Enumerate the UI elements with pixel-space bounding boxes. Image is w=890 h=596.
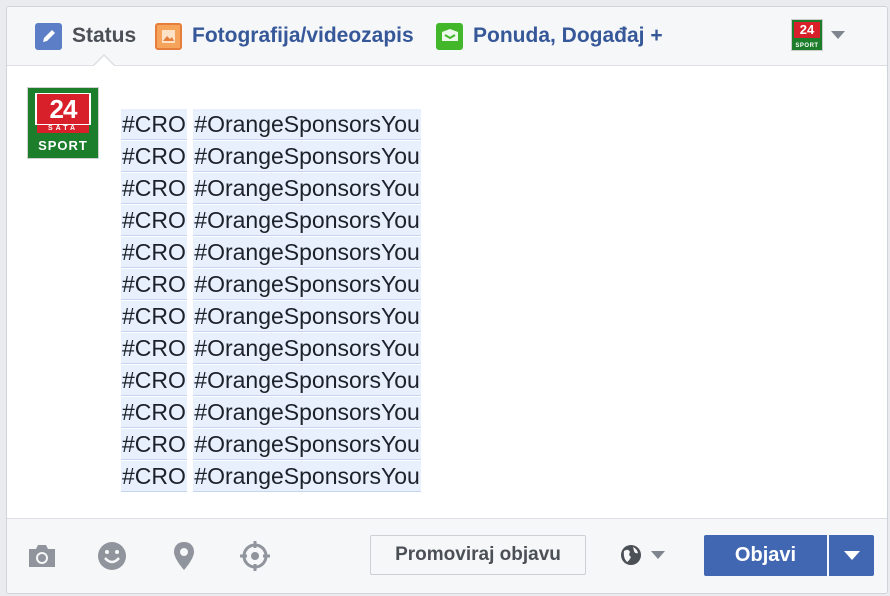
offer-icon: [436, 22, 463, 50]
post-line: #CRO #OrangeSponsorsYou: [121, 365, 421, 397]
hashtag[interactable]: #CRO: [121, 173, 187, 204]
hashtag[interactable]: #OrangeSponsorsYou: [193, 333, 421, 364]
post-line: #CRO #OrangeSponsorsYou: [121, 301, 421, 333]
hashtag[interactable]: #CRO: [121, 397, 187, 428]
photo-icon: [155, 22, 182, 50]
hashtag[interactable]: #CRO: [121, 205, 187, 236]
location-pin-icon[interactable]: [167, 539, 201, 573]
hashtag[interactable]: #CRO: [121, 269, 187, 300]
post-line: #CRO #OrangeSponsorsYou: [121, 461, 421, 493]
hashtag[interactable]: #OrangeSponsorsYou: [193, 461, 421, 492]
tab-photo-video[interactable]: Fotografija/videozapis: [155, 21, 414, 51]
hashtag[interactable]: #OrangeSponsorsYou: [193, 365, 421, 396]
avatar-sport: SPORT: [38, 138, 88, 153]
hashtag[interactable]: #OrangeSponsorsYou: [193, 141, 421, 172]
tab-photo-label: Fotografija/videozapis: [192, 24, 414, 47]
chevron-down-icon: [831, 31, 845, 39]
hashtag[interactable]: #OrangeSponsorsYou: [193, 301, 421, 332]
targeting-crosshair-icon[interactable]: [238, 539, 272, 573]
publish-button[interactable]: Objavi: [704, 535, 827, 576]
promote-post-button[interactable]: Promoviraj objavu: [370, 535, 586, 575]
audience-selector[interactable]: [619, 543, 665, 567]
hashtag[interactable]: #CRO: [121, 429, 187, 460]
post-line: #CRO #OrangeSponsorsYou: [121, 173, 421, 205]
post-line: #CRO #OrangeSponsorsYou: [121, 237, 421, 269]
post-line: #CRO #OrangeSponsorsYou: [121, 109, 421, 141]
camera-icon[interactable]: [25, 539, 59, 573]
hashtag[interactable]: #CRO: [121, 461, 187, 492]
page-logo-icon: 24 SPORT: [791, 19, 823, 51]
tab-offer-label: Ponuda, Događaj +: [473, 24, 663, 47]
emoji-icon[interactable]: [95, 539, 129, 573]
chevron-down-icon: [843, 551, 860, 560]
hashtag[interactable]: #OrangeSponsorsYou: [193, 269, 421, 300]
post-line: #CRO #OrangeSponsorsYou: [121, 141, 421, 173]
composer-footer: Promoviraj objavu Objavi: [7, 518, 887, 593]
tab-status-label: Status: [72, 24, 137, 47]
page-selector[interactable]: 24 SPORT: [791, 19, 845, 51]
post-line: #CRO #OrangeSponsorsYou: [121, 269, 421, 301]
post-line: #CRO #OrangeSponsorsYou: [121, 205, 421, 237]
hashtag[interactable]: #CRO: [121, 237, 187, 268]
hashtag[interactable]: #CRO: [121, 141, 187, 172]
hashtag[interactable]: #OrangeSponsorsYou: [193, 429, 421, 460]
hashtag[interactable]: #OrangeSponsorsYou: [193, 237, 421, 268]
hashtag[interactable]: #CRO: [121, 301, 187, 332]
hashtag[interactable]: #CRO: [121, 365, 187, 396]
hashtag[interactable]: #CRO: [121, 333, 187, 364]
tab-caret: [94, 56, 114, 66]
pencil-icon: [35, 22, 62, 50]
hashtag[interactable]: #OrangeSponsorsYou: [193, 173, 421, 204]
avatar-sub: SATA: [37, 125, 89, 133]
hashtag[interactable]: #OrangeSponsorsYou: [193, 109, 421, 140]
composer-tabs: Status Fotografija/videozapis Ponuda, Do…: [7, 7, 887, 66]
post-line: #CRO #OrangeSponsorsYou: [121, 429, 421, 461]
tab-status[interactable]: Status: [35, 21, 136, 51]
post-text-area[interactable]: #CRO #OrangeSponsorsYou #CRO #OrangeSpons…: [121, 109, 421, 493]
chevron-down-icon: [651, 551, 665, 559]
post-line: #CRO #OrangeSponsorsYou: [121, 333, 421, 365]
page-avatar: 24 SATA SPORT: [27, 87, 99, 159]
publish-options-button[interactable]: [829, 535, 874, 576]
post-composer: Status Fotografija/videozapis Ponuda, Do…: [6, 6, 888, 594]
hashtag[interactable]: #CRO: [121, 109, 187, 140]
tab-offer-event[interactable]: Ponuda, Događaj +: [436, 21, 663, 51]
hashtag[interactable]: #OrangeSponsorsYou: [193, 205, 421, 236]
hashtag[interactable]: #OrangeSponsorsYou: [193, 397, 421, 428]
post-line: #CRO #OrangeSponsorsYou: [121, 397, 421, 429]
globe-icon: [621, 545, 641, 565]
avatar-number: 24: [37, 94, 89, 124]
